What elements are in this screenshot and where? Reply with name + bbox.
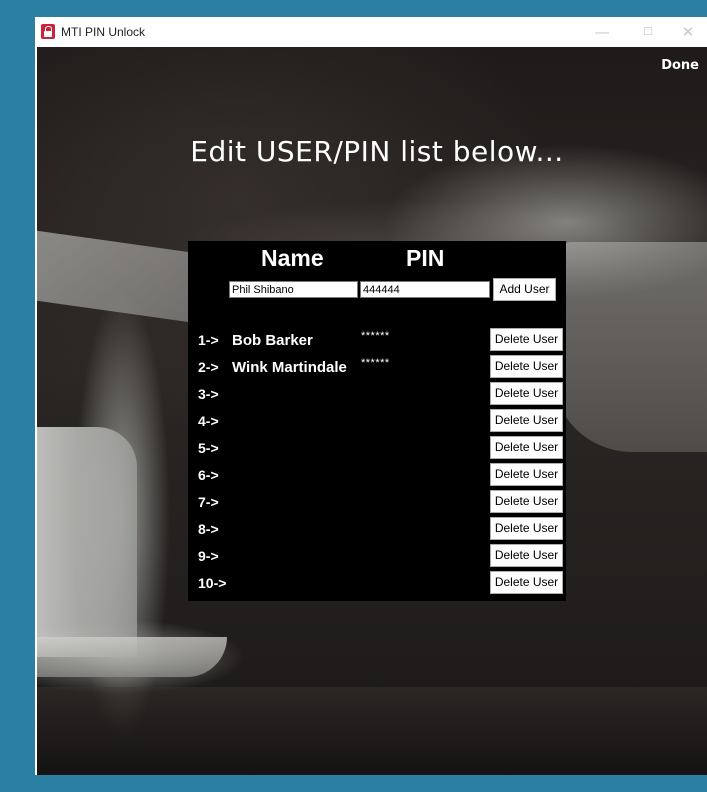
delete-user-button[interactable]: Delete User	[490, 571, 563, 594]
user-row: 5-> Delete User	[188, 433, 566, 460]
user-name: Wink Martindale	[232, 359, 347, 376]
row-number: 9->	[198, 548, 219, 564]
add-user-button[interactable]: Add User	[493, 278, 556, 301]
name-column-header: Name	[261, 245, 324, 271]
user-pin-masked: ******	[361, 357, 390, 369]
app-window: MTI PIN Unlock — ☐ ✕ Done Edit USER/PIN …	[35, 17, 707, 775]
background-image: Done Edit USER/PIN list below... Name PI…	[37, 47, 707, 775]
user-row: 8-> Delete User	[188, 514, 566, 541]
minimize-button[interactable]: —	[579, 17, 625, 47]
background-shape	[552, 242, 707, 452]
user-row: 7-> Delete User	[188, 487, 566, 514]
user-pin-masked: ******	[361, 330, 390, 342]
delete-user-button[interactable]: Delete User	[490, 328, 563, 351]
delete-user-button[interactable]: Delete User	[490, 544, 563, 567]
close-button[interactable]: ✕	[665, 17, 707, 47]
background-shape	[37, 427, 137, 657]
user-pin-panel: Name PIN Add User 1-> Bob Barker ****** …	[188, 241, 566, 601]
row-number: 2->	[198, 359, 219, 375]
delete-user-button[interactable]: Delete User	[490, 517, 563, 540]
user-row: 10-> Delete User	[188, 568, 566, 595]
row-number: 4->	[198, 413, 219, 429]
done-button[interactable]: Done	[661, 58, 699, 73]
delete-user-button[interactable]: Delete User	[490, 436, 563, 459]
row-number: 5->	[198, 440, 219, 456]
page-title: Edit USER/PIN list below...	[190, 135, 564, 168]
lock-icon	[41, 24, 55, 39]
user-row: 1-> Bob Barker ****** Delete User	[188, 325, 566, 352]
user-row: 4-> Delete User	[188, 406, 566, 433]
row-number: 3->	[198, 386, 219, 402]
row-number: 1->	[198, 332, 219, 348]
user-row: 6-> Delete User	[188, 460, 566, 487]
delete-user-button[interactable]: Delete User	[490, 382, 563, 405]
window-title: MTI PIN Unlock	[61, 25, 146, 39]
background-shape	[37, 687, 707, 775]
new-user-name-input[interactable]	[229, 281, 358, 298]
row-number: 6->	[198, 467, 219, 483]
row-number: 10->	[198, 575, 227, 591]
pin-column-header: PIN	[406, 245, 445, 271]
user-name: Bob Barker	[232, 332, 313, 349]
delete-user-button[interactable]: Delete User	[490, 409, 563, 432]
background-shape	[37, 230, 197, 324]
row-number: 8->	[198, 521, 219, 537]
user-row: 2-> Wink Martindale ****** Delete User	[188, 352, 566, 379]
row-number: 7->	[198, 494, 219, 510]
user-row: 9-> Delete User	[188, 541, 566, 568]
background-shape	[37, 637, 227, 677]
delete-user-button[interactable]: Delete User	[490, 490, 563, 513]
delete-user-button[interactable]: Delete User	[490, 355, 563, 378]
user-row: 3-> Delete User	[188, 379, 566, 406]
title-bar[interactable]: MTI PIN Unlock — ☐ ✕	[35, 17, 707, 47]
delete-user-button[interactable]: Delete User	[490, 463, 563, 486]
new-user-pin-input[interactable]	[360, 281, 490, 298]
